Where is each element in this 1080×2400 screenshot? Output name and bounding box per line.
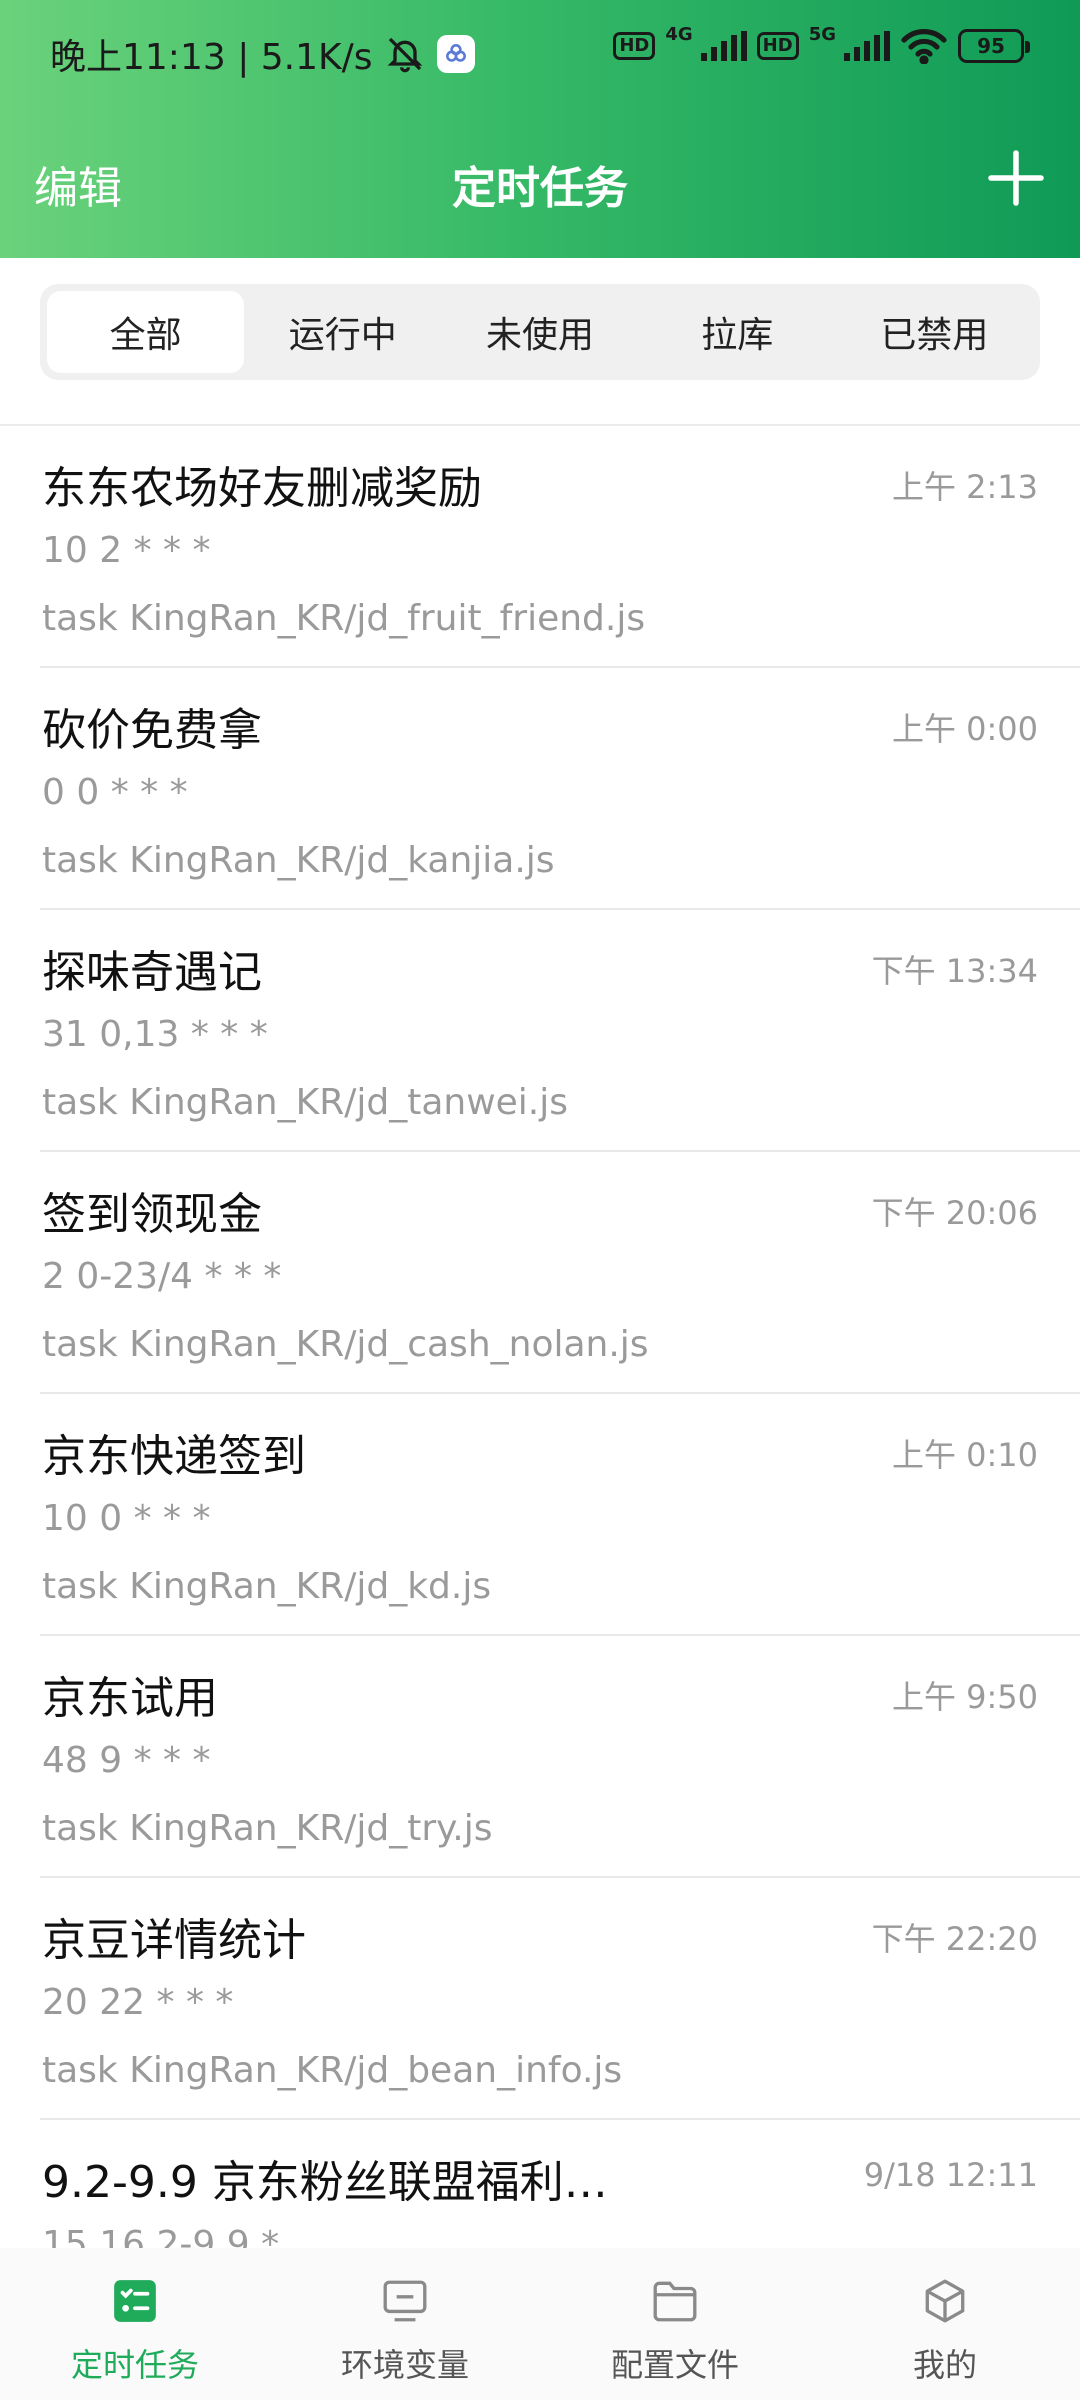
title-bar: 编辑 定时任务 xyxy=(0,104,1080,258)
cube-icon xyxy=(925,2279,965,2323)
list-item[interactable]: 签到领现金 下午 20:06 2 0-23/4 * * * task KingR… xyxy=(40,1152,1080,1394)
task-cron: 0 0 * * * xyxy=(42,772,188,813)
list-item[interactable]: 京豆详情统计 下午 22:20 20 22 * * * task KingRan… xyxy=(40,1878,1080,2120)
nav-label: 环境变量 xyxy=(340,2346,469,2384)
bell-muted-icon xyxy=(387,37,422,73)
list-item[interactable]: 砍价免费拿 上午 0:00 0 0 * * * task KingRan_KR/… xyxy=(40,668,1080,910)
list-item[interactable]: 京东快递签到 上午 0:10 10 0 * * * task KingRan_K… xyxy=(40,1394,1080,1636)
tab-disabled[interactable]: 已禁用 xyxy=(836,291,1033,373)
network-5g-label: 5G xyxy=(808,23,836,45)
edit-button[interactable]: 编辑 xyxy=(34,152,122,216)
signal-icon xyxy=(700,31,747,61)
battery-icon: 95 xyxy=(958,29,1030,63)
folder-icon xyxy=(653,2281,697,2322)
tab-running[interactable]: 运行中 xyxy=(244,291,441,373)
nav-item-profile[interactable]: 我的 xyxy=(810,2248,1080,2400)
task-name: 京豆详情统计 xyxy=(42,1915,306,1966)
status-time-speed: 晚上11:13 | 5.1K/s xyxy=(50,37,373,78)
task-cron: 15 16 2-9 9 * xyxy=(42,2224,280,2248)
nav-item-env-vars[interactable]: 环境变量 xyxy=(270,2248,540,2400)
task-time: 上午 9:50 xyxy=(891,1678,1038,1716)
nav-item-config-files[interactable]: 配置文件 xyxy=(540,2248,810,2400)
wifi-icon xyxy=(901,29,947,64)
hd-icon: HD xyxy=(756,32,799,60)
task-time: 下午 20:06 xyxy=(871,1194,1038,1232)
task-command: task KingRan_KR/jd_fruit_friend.js xyxy=(42,598,646,639)
list-item[interactable]: 东东农场好友删减奖励 上午 2:13 10 2 * * * task KingR… xyxy=(40,426,1080,668)
task-command: task KingRan_KR/jd_cash_nolan.js xyxy=(42,1324,649,1365)
task-cron: 31 0,13 * * * xyxy=(42,1014,268,1055)
tab-all[interactable]: 全部 xyxy=(47,291,245,373)
list-item[interactable]: 9.2-9.9 京东粉丝联盟福利… 9/18 12:11 15 16 2-9 9… xyxy=(40,2120,1080,2248)
task-time: 上午 0:10 xyxy=(891,1436,1038,1474)
list-item[interactable]: 探味奇遇记 下午 13:34 31 0,13 * * * task KingRa… xyxy=(40,910,1080,1152)
task-name: 京东快递签到 xyxy=(42,1431,306,1482)
nav-label: 配置文件 xyxy=(610,2346,739,2384)
tab-pull-repo[interactable]: 拉库 xyxy=(639,291,836,373)
monitor-icon xyxy=(383,2280,427,2322)
status-bar: 晚上11:13 | 5.1K/s HD 4G HD 5G 95 xyxy=(0,0,1080,104)
task-command: task KingRan_KR/jd_kanjia.js xyxy=(42,840,555,881)
filter-tabs: 全部 运行中 未使用 拉库 已禁用 xyxy=(40,284,1040,380)
task-command: task KingRan_KR/jd_kd.js xyxy=(42,1566,492,1607)
task-command: task KingRan_KR/jd_try.js xyxy=(42,1808,493,1849)
task-name: 9.2-9.9 京东粉丝联盟福利… xyxy=(42,2157,608,2208)
hd-icon: HD xyxy=(613,32,656,60)
task-name: 东东农场好友删减奖励 xyxy=(42,463,482,514)
task-command: task KingRan_KR/jd_tanwei.js xyxy=(42,1082,568,1123)
task-time: 下午 13:34 xyxy=(871,952,1038,990)
nav-label: 我的 xyxy=(912,2346,977,2384)
task-time: 上午 2:13 xyxy=(891,468,1038,506)
task-time: 上午 0:00 xyxy=(891,710,1038,748)
signal-icon xyxy=(844,31,890,61)
list-item[interactable]: 京东试用 上午 9:50 48 9 * * * task KingRan_KR/… xyxy=(40,1636,1080,1878)
task-name: 探味奇遇记 xyxy=(42,947,262,998)
network-4g-label: 4G xyxy=(665,23,693,45)
tasks-icon xyxy=(114,2280,156,2322)
task-name: 签到领现金 xyxy=(42,1189,262,1240)
bottom-nav: 定时任务 环境变量 配置文件 我的 xyxy=(0,2248,1080,2400)
task-cron: 2 0-23/4 * * * xyxy=(42,1256,282,1297)
task-time: 9/18 12:11 xyxy=(863,2156,1038,2194)
task-list: 东东农场好友删减奖励 上午 2:13 10 2 * * * task KingR… xyxy=(0,424,1080,2248)
task-command: task KingRan_KR/jd_bean_info.js xyxy=(42,2050,623,2091)
task-time: 下午 22:20 xyxy=(871,1920,1038,1958)
nav-label: 定时任务 xyxy=(70,2346,199,2384)
task-cron: 48 9 * * * xyxy=(42,1740,211,1781)
task-cron: 10 2 * * * xyxy=(42,530,211,571)
task-name: 京东试用 xyxy=(42,1673,218,1724)
task-name: 砍价免费拿 xyxy=(42,705,262,756)
nav-item-tasks[interactable]: 定时任务 xyxy=(0,2248,270,2400)
add-icon[interactable] xyxy=(986,148,1046,208)
app-notification-icon xyxy=(436,35,475,73)
task-cron: 20 22 * * * xyxy=(42,1982,234,2023)
task-cron: 10 0 * * * xyxy=(42,1498,211,1539)
page-title: 定时任务 xyxy=(452,163,628,214)
app-header: 晚上11:13 | 5.1K/s HD 4G HD 5G 95 编辑 定时任务 xyxy=(0,0,1080,258)
tab-unused[interactable]: 未使用 xyxy=(441,291,638,373)
